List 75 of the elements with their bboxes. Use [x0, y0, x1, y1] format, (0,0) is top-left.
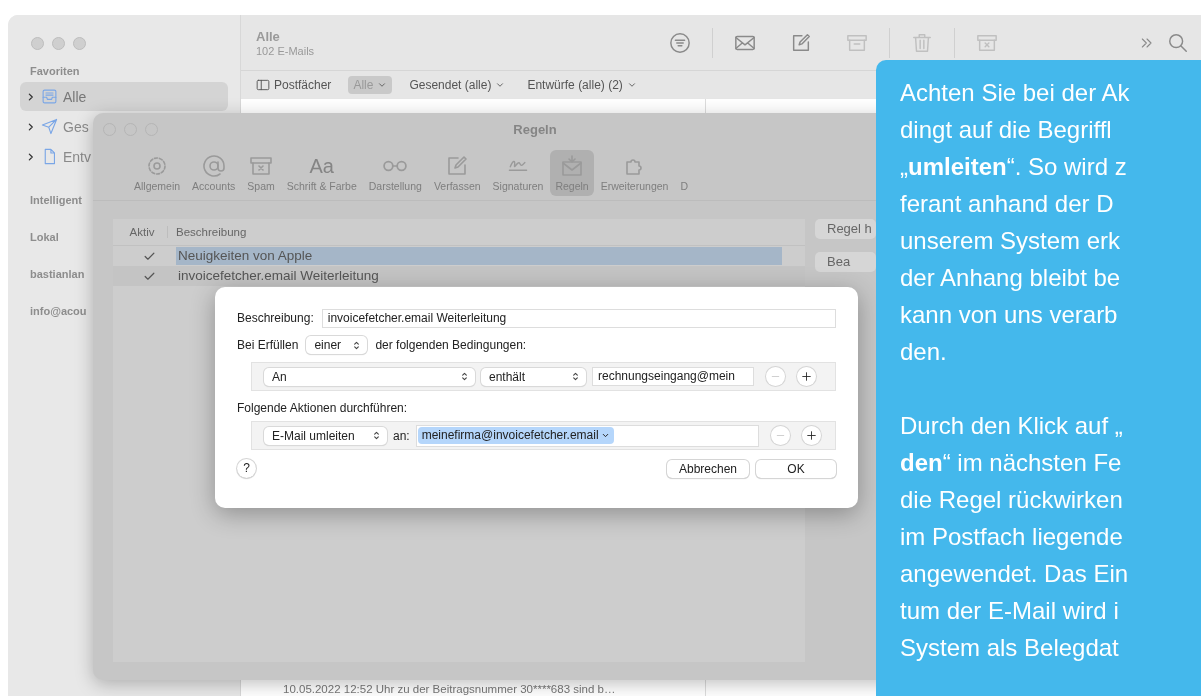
section-heading: bastianlan	[30, 267, 85, 282]
paper-plane-icon	[41, 118, 58, 135]
caret-icon	[495, 80, 506, 90]
inbox-tray-icon	[41, 88, 58, 105]
popup-button[interactable]: E-Mail umleiten	[264, 426, 387, 445]
message-count: 102 E-Mails	[256, 44, 316, 57]
search-icon[interactable]	[1167, 31, 1189, 54]
glasses-icon	[383, 159, 408, 172]
popup-button[interactable]: enthält	[481, 367, 586, 386]
button[interactable]: Bea	[815, 252, 876, 272]
message-preview: 10.05.2022 12:52 Uhr zu der Beitragsnummer 30****683 sind b…	[282, 683, 617, 696]
preferences-tab[interactable]: Signaturen	[487, 149, 549, 196]
at-sign-icon	[201, 153, 226, 178]
help-button[interactable]: ?	[237, 459, 256, 478]
column-header[interactable]: Aktiv	[113, 226, 168, 238]
window-control[interactable]	[52, 37, 65, 50]
preferences-tab[interactable]: Allgemein	[129, 149, 186, 196]
rule-name[interactable]: Neuigkeiten von Apple	[176, 247, 782, 265]
preferences-tab[interactable]: D	[675, 149, 693, 196]
compose-icon[interactable]	[790, 31, 812, 54]
preferences-tab[interactable]: Spam	[242, 149, 280, 196]
section-heading: info@acou	[30, 304, 87, 319]
sidebar-icon	[256, 78, 270, 92]
button[interactable]: Regel h	[815, 219, 876, 239]
popup-button[interactable]: An	[264, 367, 475, 386]
chevron-icon[interactable]	[26, 151, 36, 162]
section-heading: Favoriten	[30, 64, 80, 79]
button[interactable]: OK	[756, 459, 836, 478]
preferences-tab[interactable]: Accounts	[187, 149, 241, 196]
section-label: Folgende Aktionen durchführen:	[237, 401, 409, 415]
caret-icon	[600, 431, 610, 440]
window-control[interactable]	[31, 37, 44, 50]
preferences-tab[interactable]: Erweiterungen	[595, 149, 674, 196]
value-field[interactable]: rechnungseingang@mein	[592, 367, 754, 386]
caret-icon	[626, 80, 637, 90]
plus-icon	[800, 370, 813, 383]
preferences-tab[interactable]: Darstellung	[363, 149, 427, 196]
button[interactable]: Abbrechen	[666, 459, 749, 478]
sidebar-item[interactable]: Ges	[20, 112, 91, 141]
filter-icon[interactable]	[669, 31, 691, 54]
stepper-icon	[371, 430, 382, 441]
field-label: an:	[393, 428, 410, 443]
field-label: Beschreibung:	[237, 311, 314, 325]
popup-button[interactable]: einer	[306, 336, 368, 354]
description-field[interactable]: invoicefetcher.email Weiterleitung	[321, 308, 836, 328]
plus-button[interactable]	[802, 426, 821, 445]
window-title: Regeln	[513, 122, 557, 137]
compose-icon	[445, 153, 470, 178]
section-heading: Lokal	[30, 230, 59, 245]
field-label: Bei Erfüllen	[237, 338, 299, 352]
font-icon: Aa	[309, 153, 334, 178]
column-header[interactable]: Beschreibung	[168, 226, 247, 238]
preferences-tab[interactable]: Verfassen	[428, 149, 486, 196]
filter-button[interactable]: Gesendet (alle)	[404, 76, 511, 94]
mailbox-title: Alle	[256, 28, 281, 44]
callout-paragraph: Durch den Klick auf „ den“ im nächsten Fe die Regel rückwirken im Postfach liegende angewendet. Das Ein tum der E-Mail wird i System als Belegdat	[900, 411, 1130, 663]
field-label: der folgenden Bedingungen:	[375, 338, 527, 352]
plus-icon	[805, 429, 818, 442]
sidebar-item[interactable]: Alle	[20, 82, 228, 111]
callout-paragraph: Achten Sie bei der Ak dingt auf die Begriffl „umleiten“. So wird z ferant anhand der D unserem System erk der Anhang bleibt be kann von uns verarb den.	[900, 78, 1131, 367]
recipient-field[interactable]: meinefirma@invoicefetcher.email	[415, 424, 759, 447]
address-token[interactable]: meinefirma@invoicefetcher.email	[417, 427, 614, 444]
preferences-tab[interactable]: Aa Schrift & Farbe	[281, 149, 362, 196]
filter-button[interactable]: Postfächer	[251, 76, 337, 94]
sidebar-item[interactable]: Entv	[20, 142, 93, 171]
window-control[interactable]	[73, 37, 86, 50]
caret-icon	[377, 80, 388, 90]
stepper-icon	[459, 371, 470, 382]
section-heading: Intelligent	[30, 193, 82, 208]
stepper-icon	[570, 371, 581, 382]
signature-icon	[506, 159, 530, 172]
plus-button[interactable]	[797, 367, 816, 386]
filter-button[interactable]: Entwürfe (alle) (2)	[522, 76, 642, 94]
chevron-icon[interactable]	[26, 121, 36, 132]
chevron-icon[interactable]	[26, 91, 36, 102]
